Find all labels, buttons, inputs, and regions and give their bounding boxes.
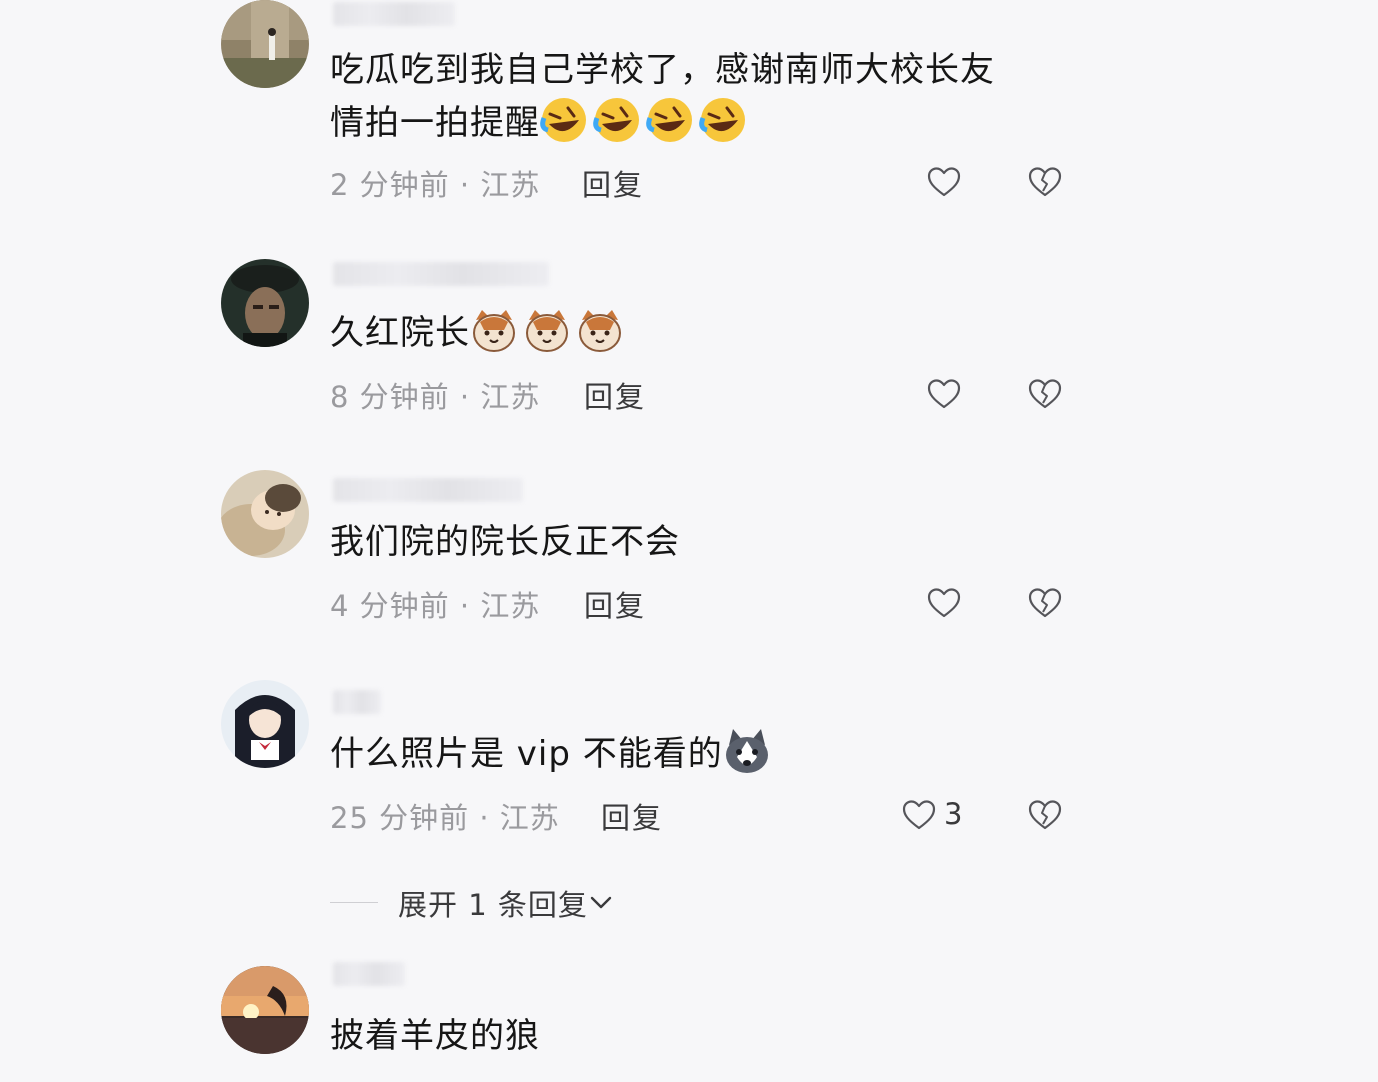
rofl-emoji — [593, 98, 639, 142]
user-avatar[interactable] — [221, 680, 309, 768]
reply-button[interactable]: 回复 — [584, 583, 646, 625]
avatar-image — [221, 680, 309, 768]
comment-time: 8 分钟前 — [330, 380, 450, 414]
meta-separator: · — [449, 589, 481, 623]
meta-separator: · — [469, 801, 500, 835]
comment-time: 25 分钟前 — [330, 801, 470, 835]
comment-location: 江苏 — [480, 380, 541, 414]
comment-location: 江苏 — [480, 589, 541, 623]
comment-text: 什么照片是 vip 不能看的 — [330, 727, 776, 780]
broken-heart-icon[interactable] — [1028, 378, 1062, 410]
username-redacted[interactable] — [333, 2, 455, 26]
username-redacted[interactable] — [333, 962, 405, 986]
comment-meta: 2 分钟前 · 江苏 — [330, 162, 540, 204]
reply-button[interactable]: 回复 — [582, 162, 644, 204]
broken-heart-icon[interactable] — [1028, 799, 1062, 831]
comment-text-line2: 情拍一拍提醒 — [330, 96, 752, 149]
comment-text: 吃瓜吃到我自己学校了，感谢南师大校长友 — [330, 50, 995, 90]
broken-heart-icon[interactable] — [1028, 166, 1062, 198]
expand-divider — [330, 902, 378, 903]
chevron-down-icon[interactable] — [588, 889, 614, 915]
username-redacted[interactable] — [333, 262, 549, 286]
avatar-image — [221, 0, 309, 88]
cat-emoji — [526, 310, 568, 352]
cat-emoji — [473, 310, 515, 352]
comment-time: 2 分钟前 — [330, 168, 450, 202]
meta-separator: · — [449, 380, 481, 414]
comment-time: 4 分钟前 — [330, 589, 450, 623]
user-avatar[interactable] — [221, 470, 309, 558]
heart-outline-icon[interactable] — [902, 799, 936, 831]
comment-location: 江苏 — [480, 168, 541, 202]
heart-outline-icon[interactable] — [927, 378, 961, 410]
comment-meta: 25 分钟前 · 江苏 — [330, 795, 560, 837]
cat-emoji — [579, 310, 621, 352]
comment-text: 我们院的院长反正不会 — [330, 522, 680, 562]
comment-text: 久红院长 — [330, 306, 629, 359]
rofl-emoji — [646, 98, 692, 142]
rofl-emoji — [540, 98, 586, 142]
expand-replies-label[interactable]: 展开 1 条回复 — [398, 882, 588, 924]
comment-text: 披着羊皮的狼 — [330, 1016, 540, 1056]
avatar-image — [221, 470, 309, 558]
meta-separator: · — [449, 168, 481, 202]
avatar-image — [221, 259, 309, 347]
like-count: 3 — [944, 797, 963, 831]
avatar-image — [221, 966, 309, 1054]
comment-meta: 4 分钟前 · 江苏 — [330, 583, 540, 625]
rofl-emoji — [699, 98, 745, 142]
reply-button[interactable]: 回复 — [584, 374, 646, 416]
username-redacted[interactable] — [333, 690, 381, 714]
user-avatar[interactable] — [221, 259, 309, 347]
comment-location: 江苏 — [499, 801, 560, 835]
reply-button[interactable]: 回复 — [601, 795, 663, 837]
user-avatar[interactable] — [221, 966, 309, 1054]
heart-outline-icon[interactable] — [927, 166, 961, 198]
comment-meta: 8 分钟前 · 江苏 — [330, 374, 540, 416]
username-redacted[interactable] — [333, 478, 523, 502]
husky-emoji — [725, 729, 768, 773]
heart-outline-icon[interactable] — [927, 587, 961, 619]
broken-heart-icon[interactable] — [1028, 587, 1062, 619]
user-avatar[interactable] — [221, 0, 309, 88]
